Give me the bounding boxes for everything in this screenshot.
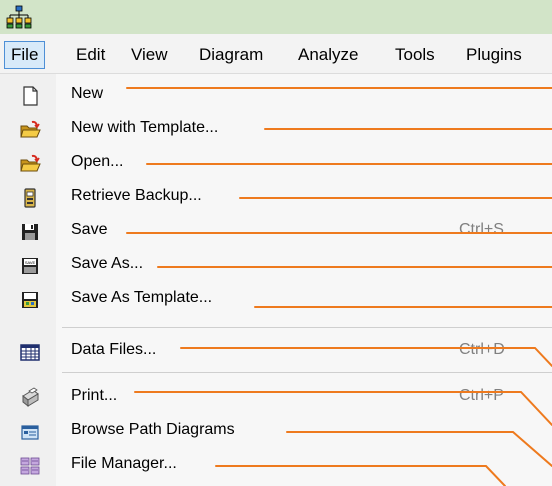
menu-item-shortcut: Ctrl+S xyxy=(459,221,504,238)
menu-item-save[interactable]: Save Ctrl+S xyxy=(0,214,552,248)
menu-item-save-as[interactable]: SAVE Save As... xyxy=(0,248,552,282)
menu-item-label: Print... xyxy=(71,387,118,404)
menu-item-new[interactable]: New xyxy=(0,78,552,112)
blank-page-icon xyxy=(23,86,38,106)
menu-item-label: Data Files... xyxy=(71,341,157,358)
menu-item-open[interactable]: Open... xyxy=(0,146,552,180)
menu-separator xyxy=(62,372,552,373)
floppy-disk-icon xyxy=(22,224,38,240)
save-as-template-icon xyxy=(22,292,38,308)
menu-item-label: Save xyxy=(71,221,108,238)
menu-item-label: Retrieve Backup... xyxy=(71,187,202,204)
menu-item-label: New xyxy=(71,85,104,102)
menu-analyze[interactable]: Analyze xyxy=(298,42,358,70)
menu-tools[interactable]: Tools xyxy=(395,42,435,70)
menu-bar: File Edit View Diagram Analyze Tools Plu… xyxy=(0,34,552,74)
menu-item-browse-path-diagrams[interactable]: Browse Path Diagrams xyxy=(0,414,552,448)
menu-item-new-with-template[interactable]: New with Template... xyxy=(0,112,552,146)
browse-diagrams-icon xyxy=(21,425,39,440)
app-logo-icon xyxy=(6,5,32,29)
menu-item-shortcut: Ctrl+P xyxy=(459,387,504,404)
backup-icon xyxy=(24,188,36,208)
menu-item-shortcut: Ctrl+D xyxy=(459,341,505,358)
menu-plugins[interactable]: Plugins xyxy=(466,42,522,70)
menu-item-data-files[interactable]: Data Files... Ctrl+D xyxy=(0,334,552,368)
svg-text:SAVE: SAVE xyxy=(25,260,36,265)
open-folder-icon xyxy=(20,154,41,172)
menu-item-label: Browse Path Diagrams xyxy=(71,421,235,438)
menu-diagram[interactable]: Diagram xyxy=(199,42,263,70)
save-as-icon: SAVE xyxy=(22,258,38,274)
menu-edit[interactable]: Edit xyxy=(76,42,105,70)
open-folder-template-icon xyxy=(20,120,41,138)
file-manager-icon xyxy=(20,457,40,475)
menu-item-label: Save As Template... xyxy=(71,289,213,306)
menu-separator xyxy=(62,327,552,328)
menu-item-label: Open... xyxy=(71,153,124,170)
menu-item-file-manager[interactable]: File Manager... xyxy=(0,448,552,482)
menu-item-save-as-template[interactable]: Save As Template... xyxy=(0,282,552,316)
printer-icon xyxy=(22,387,39,408)
menu-file[interactable]: File xyxy=(4,41,46,69)
menu-item-label: Save As... xyxy=(71,255,144,272)
menu-item-retrieve-backup[interactable]: Retrieve Backup... xyxy=(0,180,552,214)
menu-item-print[interactable]: Print... Ctrl+P xyxy=(0,380,552,414)
menu-item-label: New with Template... xyxy=(71,119,219,136)
menu-item-label: File Manager... xyxy=(71,455,177,472)
data-grid-icon xyxy=(20,344,40,361)
menu-view[interactable]: View xyxy=(131,42,168,70)
title-bar xyxy=(0,0,552,34)
